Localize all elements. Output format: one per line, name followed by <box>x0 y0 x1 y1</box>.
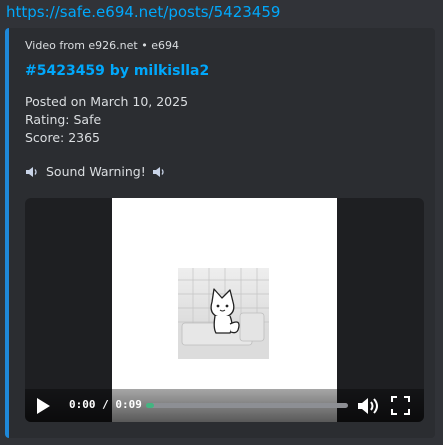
sound-warning-label: Sound Warning! <box>46 164 146 179</box>
embed-provider: Video from e926.net • e694 <box>25 39 179 52</box>
posted-date: Posted on March 10, 2025 <box>25 94 189 109</box>
sound-warning: Sound Warning! <box>25 164 167 179</box>
duration: 0:09 <box>115 398 142 411</box>
speaker-icon <box>26 166 37 177</box>
time-separator: / <box>102 398 109 411</box>
score-text: Score: 2365 <box>25 130 101 145</box>
rating-text: Rating: Safe <box>25 112 102 127</box>
progress-fill <box>146 403 155 408</box>
embed-description: Posted on March 10, 2025 Rating: Safe Sc… <box>25 93 188 147</box>
video-thumbnail <box>178 268 269 359</box>
video-controls: 0:00 / 0:09 <box>25 389 424 422</box>
link-embed: Video from e926.net • e694 #5423459 by m… <box>5 28 435 438</box>
embed-title-link[interactable]: #5423459 by milkislla2 <box>25 63 209 79</box>
fullscreen-icon[interactable] <box>391 396 410 415</box>
video-time: 0:00 / 0:09 <box>69 398 142 411</box>
progress-bar[interactable] <box>146 403 348 408</box>
video-player[interactable]: 0:00 / 0:09 <box>25 198 424 422</box>
current-time: 0:00 <box>69 398 96 411</box>
message-link[interactable]: https://safe.e694.net/posts/5423459 <box>6 3 280 21</box>
speaker-icon <box>152 166 164 177</box>
volume-icon[interactable] <box>357 396 379 416</box>
play-icon[interactable] <box>35 397 51 415</box>
